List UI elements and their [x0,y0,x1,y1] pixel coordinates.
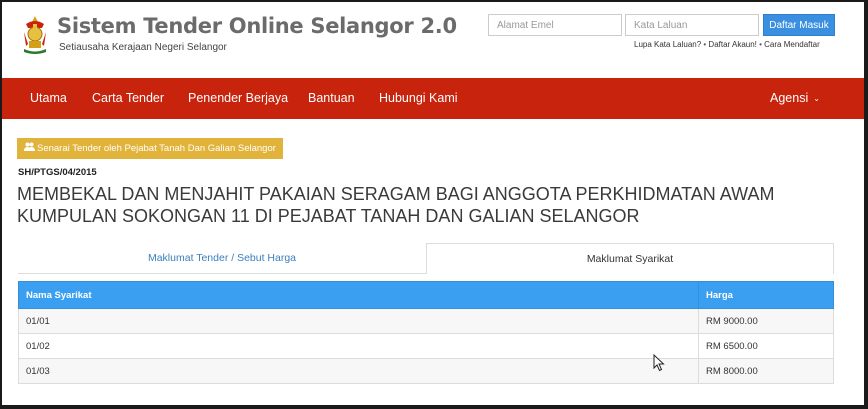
register-link[interactable]: Daftar Akaun! [708,40,756,49]
nav-item-carta-tender[interactable]: Carta Tender [92,78,164,119]
chevron-down-icon: ⌄ [813,94,820,103]
price-cell: RM 8000.00 [698,358,834,384]
how-to-register-link[interactable]: Cara Mendaftar [764,40,820,49]
table-row: 01/03 RM 8000.00 [18,358,834,384]
password-field[interactable] [625,14,759,36]
table-row: 01/02 RM 6500.00 [18,333,834,359]
nav-item-utama[interactable]: Utama [30,78,67,119]
page-title: MEMBEKAL DAN MENJAHIT PAKAIAN SERAGAM BA… [17,184,775,226]
nav-item-penender-berjaya[interactable]: Penender Berjaya [188,78,288,119]
company-cell: 01/01 [18,308,699,334]
badge-label: Senarai Tender oleh Pejabat Tanah Dan Ga… [37,143,276,154]
login-links: Lupa Kata Laluan? • Daftar Akaun! • Cara… [634,40,820,49]
nav-item-hubungi-kami[interactable]: Hubungi Kami [379,78,458,119]
agensi-label: Agensi [770,91,809,105]
login-button[interactable]: Daftar Masuk [763,14,835,36]
price-cell: RM 6500.00 [698,333,834,359]
browser-frame: Sistem Tender Online Selangor 2.0 Setiau… [0,0,868,409]
price-cell: RM 9000.00 [698,308,834,334]
nav-item-agensi[interactable]: Agensi ⌄ [770,78,820,119]
site-subtitle: Setiausaha Kerajaan Negeri Selangor [59,42,227,53]
users-icon [24,138,35,159]
forgot-password-link[interactable]: Lupa Kata Laluan? [634,40,701,49]
tab-maklumat-tender[interactable]: Maklumat Tender / Sebut Harga [18,243,426,274]
selangor-crest-icon [24,16,46,54]
site-title[interactable]: Sistem Tender Online Selangor 2.0 [57,14,457,38]
table-header-row: Nama Syarikat Harga [18,281,834,309]
main-navbar: Utama Carta Tender Penender Berjaya Bant… [2,78,864,119]
company-cell: 01/02 [18,333,699,359]
email-field[interactable] [488,14,622,36]
table-row: 01/01 RM 9000.00 [18,308,834,334]
agency-tender-list-badge[interactable]: Senarai Tender oleh Pejabat Tanah Dan Ga… [17,138,283,159]
tab-maklumat-syarikat[interactable]: Maklumat Syarikat [426,243,834,274]
mouse-pointer-icon [653,354,665,372]
site-header: Sistem Tender Online Selangor 2.0 Setiau… [2,2,864,78]
tender-reference: SH/PTGS/04/2015 [18,167,97,178]
company-cell: 01/03 [18,358,699,384]
company-price-table: Nama Syarikat Harga 01/01 RM 9000.00 01/… [18,281,834,384]
nav-item-bantuan[interactable]: Bantuan [308,78,355,119]
column-header-company: Nama Syarikat [18,281,699,309]
column-header-price: Harga [698,281,834,309]
